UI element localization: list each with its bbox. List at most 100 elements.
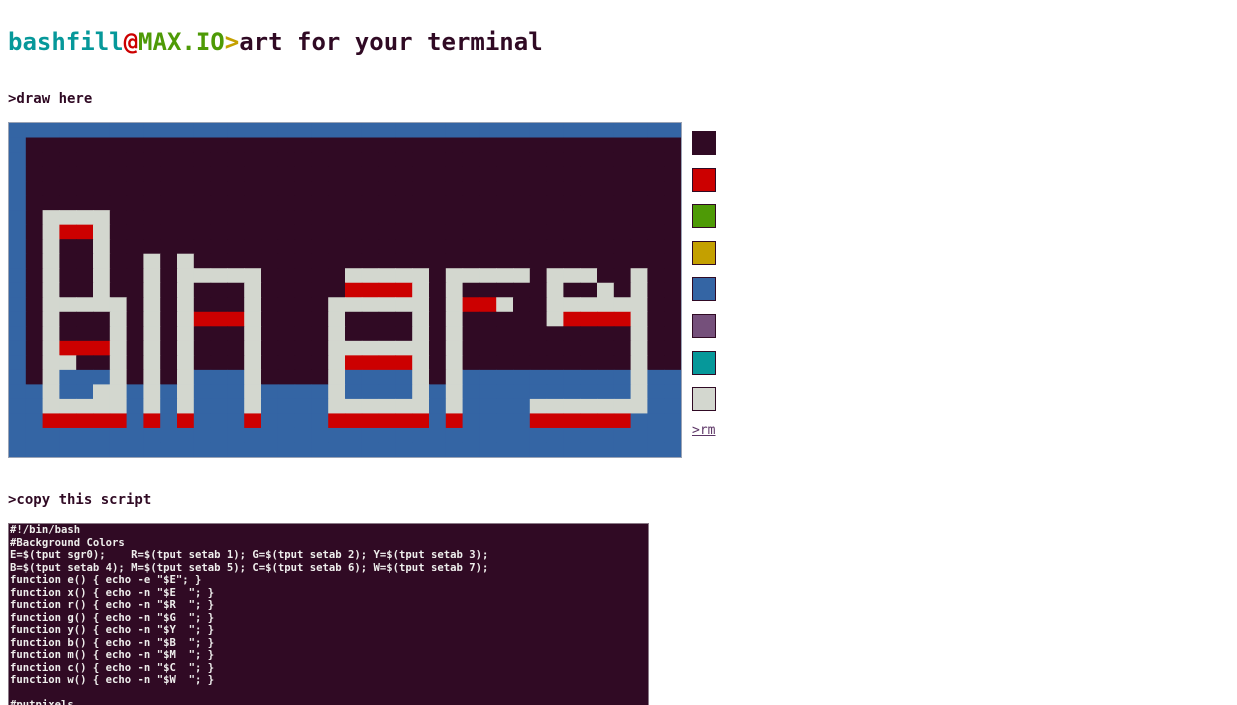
canvas-pixel[interactable] (126, 123, 144, 139)
canvas-pixel[interactable] (613, 123, 632, 139)
canvas-pixel[interactable] (143, 297, 161, 313)
canvas-pixel[interactable] (277, 181, 296, 197)
canvas-pixel[interactable] (630, 442, 648, 457)
canvas-pixel[interactable] (546, 282, 564, 298)
canvas-pixel[interactable] (361, 195, 380, 211)
canvas-pixel[interactable] (580, 152, 598, 168)
canvas-pixel[interactable] (42, 398, 60, 415)
canvas-pixel[interactable] (160, 398, 178, 415)
canvas-pixel[interactable] (529, 268, 548, 284)
canvas-pixel[interactable] (244, 413, 262, 429)
canvas-pixel[interactable] (227, 311, 245, 327)
canvas-pixel[interactable] (395, 355, 413, 371)
canvas-pixel[interactable] (647, 442, 665, 457)
canvas-pixel[interactable] (597, 326, 615, 342)
canvas-pixel[interactable] (9, 181, 27, 197)
canvas-pixel[interactable] (429, 355, 447, 371)
canvas-pixel[interactable] (76, 442, 94, 457)
canvas-pixel[interactable] (462, 210, 480, 226)
canvas-pixel[interactable] (76, 253, 94, 269)
canvas-pixel[interactable] (294, 181, 312, 197)
canvas-pixel[interactable] (647, 123, 665, 139)
canvas-pixel[interactable] (361, 297, 380, 313)
canvas-pixel[interactable] (647, 210, 665, 226)
canvas-pixel[interactable] (227, 166, 245, 182)
canvas-pixel[interactable] (160, 326, 178, 342)
canvas-pixel[interactable] (143, 355, 161, 371)
canvas-pixel[interactable] (294, 253, 312, 269)
canvas-pixel[interactable] (59, 384, 77, 400)
canvas-pixel[interactable] (496, 224, 514, 240)
canvas-pixel[interactable] (25, 398, 44, 415)
canvas-pixel[interactable] (227, 239, 245, 255)
canvas-pixel[interactable] (445, 282, 464, 298)
canvas-pixel[interactable] (227, 137, 245, 153)
canvas-pixel[interactable] (529, 355, 548, 371)
canvas-pixel[interactable] (479, 340, 497, 356)
canvas-pixel[interactable] (395, 427, 413, 444)
canvas-pixel[interactable] (93, 166, 111, 182)
canvas-pixel[interactable] (93, 282, 111, 298)
canvas-pixel[interactable] (664, 398, 681, 415)
canvas-pixel[interactable] (546, 166, 564, 182)
canvas-pixel[interactable] (563, 195, 581, 211)
canvas-pixel[interactable] (445, 427, 464, 444)
canvas-pixel[interactable] (76, 355, 94, 371)
canvas-pixel[interactable] (462, 369, 480, 385)
canvas-pixel[interactable] (664, 384, 681, 400)
canvas-pixel[interactable] (277, 398, 296, 415)
canvas-pixel[interactable] (496, 384, 514, 400)
canvas-pixel[interactable] (42, 297, 60, 313)
canvas-pixel[interactable] (580, 253, 598, 269)
canvas-pixel[interactable] (210, 268, 228, 284)
canvas-pixel[interactable] (462, 442, 480, 457)
canvas-pixel[interactable] (109, 166, 128, 182)
canvas-pixel[interactable] (345, 384, 363, 400)
canvas-pixel[interactable] (580, 268, 598, 284)
canvas-pixel[interactable] (378, 224, 396, 240)
canvas-pixel[interactable] (597, 369, 615, 385)
canvas-pixel[interactable] (93, 311, 111, 327)
canvas-pixel[interactable] (59, 398, 77, 415)
canvas-pixel[interactable] (361, 268, 380, 284)
canvas-pixel[interactable] (328, 311, 346, 327)
canvas-pixel[interactable] (9, 413, 27, 429)
canvas-pixel[interactable] (109, 239, 128, 255)
canvas-pixel[interactable] (513, 137, 531, 153)
canvas-pixel[interactable] (76, 384, 94, 400)
canvas-pixel[interactable] (42, 340, 60, 356)
canvas-pixel[interactable] (529, 297, 548, 313)
canvas-pixel[interactable] (664, 195, 681, 211)
canvas-pixel[interactable] (328, 442, 346, 457)
canvas-pixel[interactable] (513, 253, 531, 269)
canvas-pixel[interactable] (546, 311, 564, 327)
canvas-pixel[interactable] (277, 239, 296, 255)
canvas-pixel[interactable] (143, 427, 161, 444)
canvas-pixel[interactable] (193, 369, 212, 385)
canvas-pixel[interactable] (210, 210, 228, 226)
canvas-pixel[interactable] (227, 326, 245, 342)
canvas-pixel[interactable] (462, 195, 480, 211)
canvas-pixel[interactable] (429, 413, 447, 429)
canvas-pixel[interactable] (647, 311, 665, 327)
canvas-pixel[interactable] (513, 311, 531, 327)
canvas-pixel[interactable] (177, 166, 195, 182)
canvas-pixel[interactable] (395, 152, 413, 168)
canvas-pixel[interactable] (445, 137, 464, 153)
canvas-pixel[interactable] (160, 181, 178, 197)
canvas-pixel[interactable] (479, 137, 497, 153)
canvas-pixel[interactable] (193, 137, 212, 153)
canvas-pixel[interactable] (328, 123, 346, 139)
canvas-pixel[interactable] (59, 123, 77, 139)
canvas-pixel[interactable] (227, 123, 245, 139)
canvas-pixel[interactable] (294, 369, 312, 385)
canvas-pixel[interactable] (294, 282, 312, 298)
swatch-cyan[interactable] (692, 350, 716, 375)
canvas-pixel[interactable] (244, 152, 262, 168)
canvas-pixel[interactable] (244, 326, 262, 342)
canvas-pixel[interactable] (563, 427, 581, 444)
canvas-pixel[interactable] (496, 398, 514, 415)
canvas-pixel[interactable] (529, 311, 548, 327)
canvas-pixel[interactable] (177, 253, 195, 269)
canvas-pixel[interactable] (311, 166, 329, 182)
